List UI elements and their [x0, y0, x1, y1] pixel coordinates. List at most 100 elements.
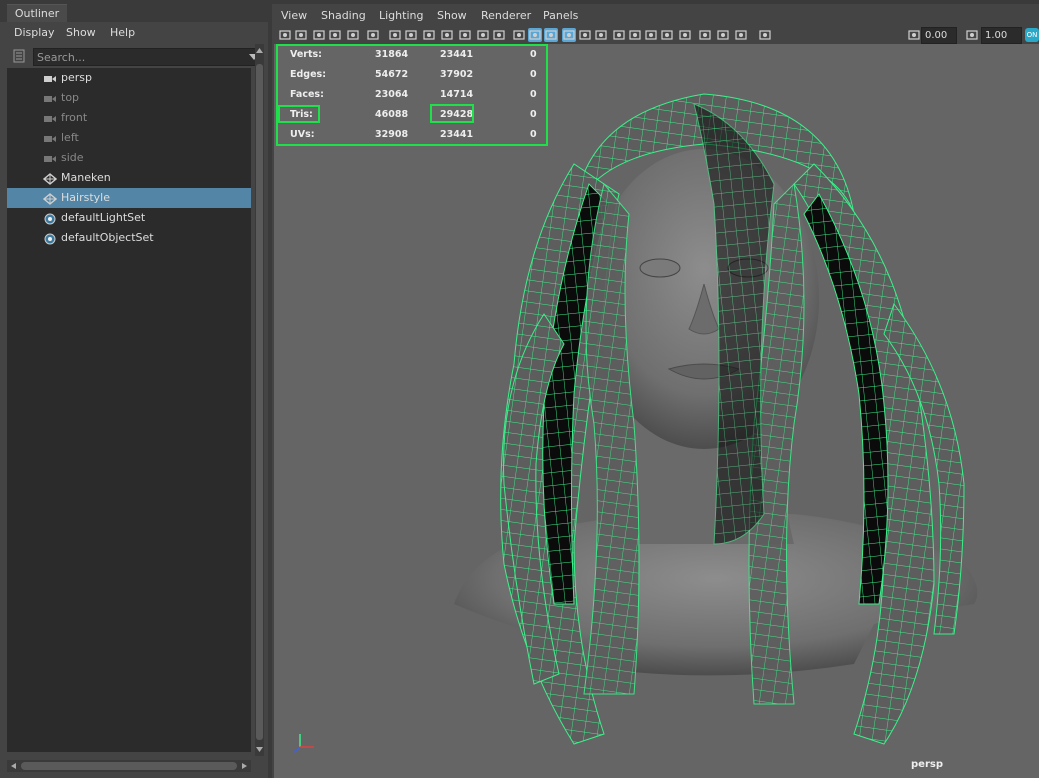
outliner-item-top[interactable]: top [7, 88, 251, 108]
menu-show[interactable]: Show [66, 26, 96, 39]
hud-row-uvs: UVs: 32908 23441 0 [278, 126, 546, 146]
hud-row-edges: Edges: 54672 37902 0 [278, 66, 546, 86]
menu-display[interactable]: Display [14, 26, 55, 39]
hud-value: 54672 [375, 69, 409, 80]
ambient-occlusion-icon[interactable] [612, 28, 626, 42]
view-transform-icon[interactable] [965, 28, 979, 42]
backface-icon[interactable] [734, 28, 748, 42]
hud-label: UVs: [290, 129, 315, 140]
menu-show[interactable]: Show [437, 9, 467, 22]
outliner-item-side[interactable]: side [7, 148, 251, 168]
gamma-icon[interactable] [758, 28, 772, 42]
filter-icon[interactable] [12, 49, 26, 63]
hud-value: 23441 [440, 129, 474, 140]
gamma-field[interactable]: 0.00 [921, 27, 957, 44]
outliner-item-maneken[interactable]: Maneken [7, 168, 251, 188]
tris-value-highlight [430, 104, 474, 123]
shaded-icon[interactable] [528, 28, 542, 42]
gate-mask-icon[interactable] [440, 28, 454, 42]
exposure-field[interactable]: 1.00 [981, 27, 1022, 44]
search-input[interactable] [37, 49, 237, 65]
safe-action-icon[interactable] [476, 28, 490, 42]
set-icon [43, 232, 57, 245]
camera-icon [43, 152, 57, 164]
poly-count-hud: Verts: 31864 23441 0 Edges: 54672 37902 0 Faces:… [276, 44, 548, 146]
image-plane-icon[interactable] [328, 28, 342, 42]
safe-title-icon[interactable] [492, 28, 506, 42]
menu-panels[interactable]: Panels [543, 9, 578, 22]
scroll-left-icon[interactable] [9, 762, 17, 770]
hud-label: Edges: [290, 69, 326, 80]
viewport-menubar: View Shading Lighting Show Renderer Pane… [272, 4, 1039, 26]
wireframe-icon[interactable] [512, 28, 526, 42]
lights-icon[interactable] [578, 28, 592, 42]
resolution-gate-icon[interactable] [422, 28, 436, 42]
menu-shading[interactable]: Shading [321, 9, 366, 22]
hud-value: 0 [530, 109, 537, 120]
on-toggle[interactable]: ON [1025, 28, 1039, 42]
menu-help[interactable]: Help [110, 26, 135, 39]
outliner-item-persp[interactable]: persp [7, 68, 251, 88]
scroll-up-icon[interactable] [255, 46, 264, 54]
menu-view[interactable]: View [281, 9, 307, 22]
vertical-scroll-thumb[interactable] [256, 64, 263, 740]
outliner-item-defaultobjectset[interactable]: defaultObjectSet [7, 228, 251, 248]
xray-icon[interactable] [698, 28, 712, 42]
camera-icon [43, 92, 57, 104]
search-box [33, 48, 263, 66]
search-row [0, 46, 268, 68]
outliner-item-label: Maneken [61, 171, 111, 184]
horizontal-scroll-thumb[interactable] [21, 762, 237, 770]
set-icon [43, 212, 57, 225]
shadows-icon[interactable] [594, 28, 608, 42]
scroll-down-icon[interactable] [255, 746, 264, 754]
outliner-item-front[interactable]: front [7, 108, 251, 128]
camera-icon [43, 132, 57, 144]
axis-gizmo [293, 734, 314, 753]
camera-icon [43, 72, 57, 84]
film-gate-icon[interactable] [404, 28, 418, 42]
select-camera-icon[interactable] [278, 28, 292, 42]
hud-value: 14714 [440, 89, 474, 100]
hud-value: 37902 [440, 69, 474, 80]
exposure-icon[interactable] [907, 28, 921, 42]
outliner-item-defaultlightset[interactable]: defaultLightSet [7, 208, 251, 228]
menu-renderer[interactable]: Renderer [481, 9, 531, 22]
isolate-select-icon[interactable] [678, 28, 692, 42]
2d-pan-icon[interactable] [346, 28, 360, 42]
anti-alias-icon[interactable] [644, 28, 658, 42]
hud-label: Verts: [290, 49, 322, 60]
camera-attr-icon[interactable] [294, 28, 308, 42]
camera-icon [43, 112, 57, 124]
outliner-item-label: defaultLightSet [61, 211, 146, 224]
horizontal-scrollbar[interactable] [7, 760, 251, 772]
bookmark-icon[interactable] [312, 28, 326, 42]
mesh-icon [42, 172, 58, 185]
wireframe-on-shaded-icon[interactable] [544, 28, 558, 42]
textured-icon[interactable] [562, 28, 576, 42]
outliner-menubar: Display Show Help [0, 22, 268, 44]
field-chart-icon[interactable] [458, 28, 472, 42]
outliner-tab[interactable]: Outliner [7, 4, 67, 23]
outliner-item-hairstyle[interactable]: Hairstyle [7, 188, 251, 208]
outliner-item-label: defaultObjectSet [61, 231, 154, 244]
menu-lighting[interactable]: Lighting [379, 9, 423, 22]
scroll-right-icon[interactable] [241, 762, 249, 770]
xray-joints-icon[interactable] [716, 28, 730, 42]
outliner-item-label: persp [61, 71, 92, 84]
hud-value: 0 [530, 89, 537, 100]
motion-blur-icon[interactable] [628, 28, 642, 42]
hud-value: 0 [530, 129, 537, 140]
vertical-scrollbar[interactable] [255, 44, 264, 756]
model-scene [293, 93, 978, 753]
hud-value: 46088 [375, 109, 409, 120]
depth-of-field-icon[interactable] [660, 28, 674, 42]
viewport-3d[interactable]: Verts: 31864 23441 0 Edges: 54672 37902 0 Faces:… [274, 44, 1039, 778]
outliner-item-left[interactable]: left [7, 128, 251, 148]
left-eye [639, 258, 681, 278]
grease-pencil-icon[interactable] [366, 28, 380, 42]
grid-icon[interactable] [388, 28, 402, 42]
camera-name-label: persp [911, 759, 943, 770]
outliner-item-label: front [61, 111, 88, 124]
outliner-item-label: left [61, 131, 79, 144]
